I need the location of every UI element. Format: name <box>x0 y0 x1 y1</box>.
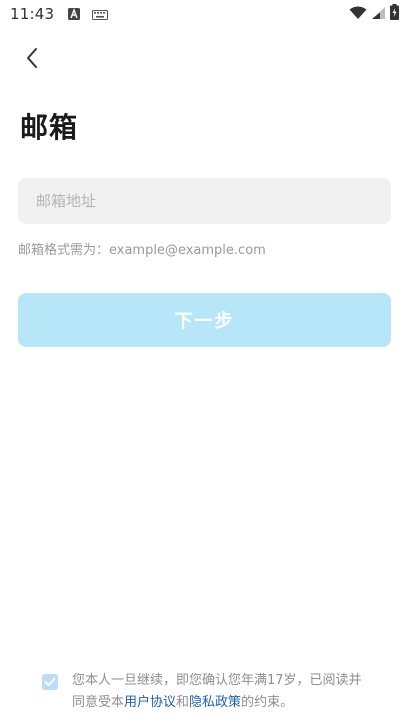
agreement-line2-suffix: 的约束。 <box>241 695 294 710</box>
screen: 11:43 邮箱 邮箱地址 邮箱格式需为：example@example.com… <box>0 0 409 728</box>
status-left-icons <box>68 5 109 24</box>
email-field-container <box>18 178 391 224</box>
agreement-line1: 您本人一旦继续，即您确认您年满17岁，已阅读 <box>72 673 349 688</box>
agreement-text: 您本人一旦继续，即您确认您年满17岁，已阅读并同意受本用户协议和隐私政策的约束。 <box>72 670 372 714</box>
privacy-policy-link[interactable]: 隐私政策 <box>189 695 241 710</box>
status-time: 11:43 <box>10 5 55 23</box>
chevron-left-icon <box>25 47 39 73</box>
a-square-icon <box>68 5 81 24</box>
checkmark-icon <box>44 677 56 687</box>
agreement: 您本人一旦继续，即您确认您年满17岁，已阅读并同意受本用户协议和隐私政策的约束。 <box>42 670 382 714</box>
email-input[interactable] <box>18 178 391 224</box>
next-button[interactable]: 下一步 <box>18 293 391 347</box>
page-title: 邮箱 <box>20 111 79 144</box>
email-format-hint: 邮箱格式需为：example@example.com <box>18 243 266 258</box>
agreement-checkbox[interactable] <box>42 674 58 690</box>
keyboard-icon <box>92 5 109 24</box>
battery-charging-icon <box>390 4 399 24</box>
wifi-icon <box>349 5 367 24</box>
back-button[interactable] <box>14 44 50 76</box>
user-agreement-link[interactable]: 用户协议 <box>124 695 176 710</box>
agreement-conjunction: 和 <box>176 695 190 710</box>
status-bar: 11:43 <box>0 0 409 28</box>
signal-icon <box>371 5 386 24</box>
status-right-icons <box>349 4 399 24</box>
